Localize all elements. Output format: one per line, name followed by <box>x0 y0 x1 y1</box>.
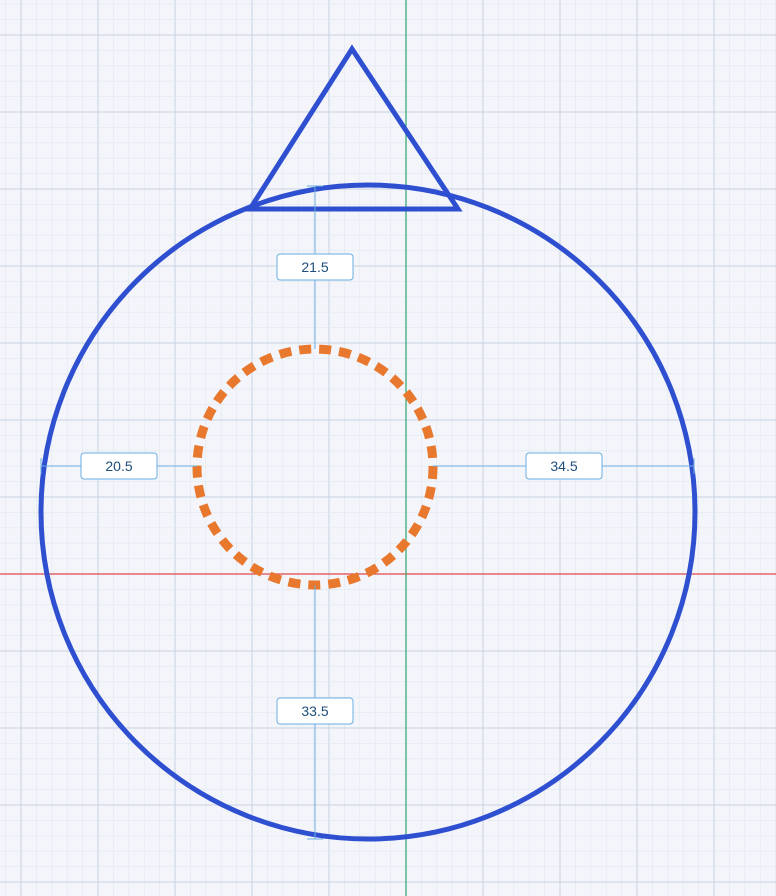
dimension-label-bottom-text: 33.5 <box>301 703 328 719</box>
dimension-label-left[interactable]: 20.5 <box>80 452 158 480</box>
dimension-label-left-text: 20.5 <box>105 458 132 474</box>
dimension-label-right[interactable]: 34.5 <box>525 452 603 480</box>
dimension-label-bottom[interactable]: 33.5 <box>276 697 354 725</box>
dimension-label-right-text: 34.5 <box>550 458 577 474</box>
dimension-label-top-text: 21.5 <box>301 259 328 275</box>
dimension-label-top[interactable]: 21.5 <box>276 253 354 281</box>
canvas-background <box>0 0 776 896</box>
drawing-canvas[interactable]: 21.5 20.5 34.5 33.5 <box>0 0 776 896</box>
